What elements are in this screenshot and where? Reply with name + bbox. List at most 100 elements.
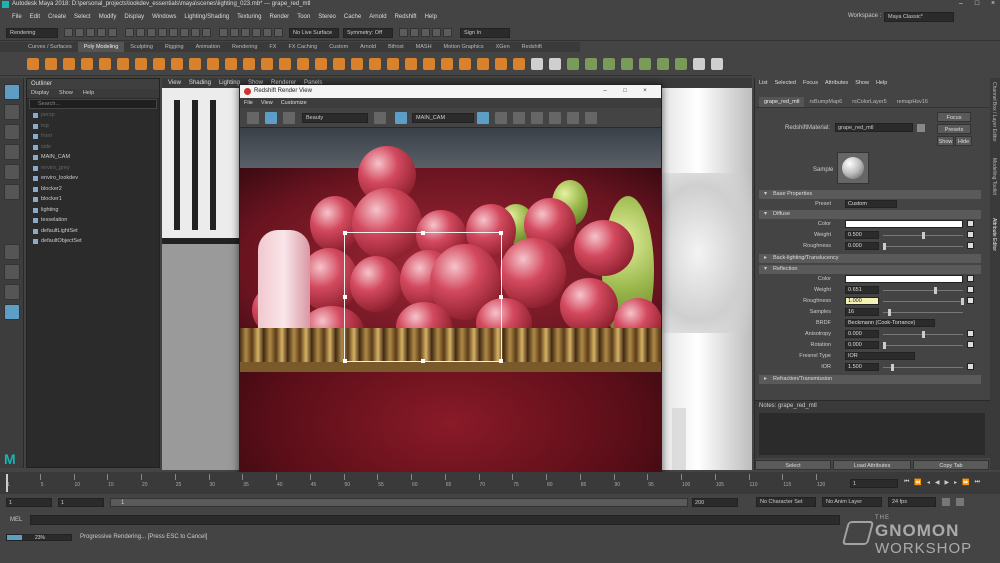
reflection-fresnel-dropdown[interactable]: IOR: [845, 352, 915, 360]
live-surface-field[interactable]: No Live Surface: [289, 27, 339, 38]
camera-lock-icon[interactable]: [395, 111, 407, 124]
attribute-editor-tab[interactable]: Attribute Editor: [991, 218, 997, 251]
menu-redshift[interactable]: Redshift: [395, 14, 417, 20]
menu-select[interactable]: Select: [74, 14, 91, 20]
poly-torus-icon[interactable]: [99, 57, 111, 70]
refresh-render-icon[interactable]: [283, 111, 295, 124]
reflection-weight-knob[interactable]: [933, 287, 937, 294]
reflection-samples-slider[interactable]: [883, 312, 963, 313]
copy-tab-button[interactable]: Copy Tab: [913, 460, 989, 470]
boolean-difference-icon[interactable]: [333, 57, 345, 70]
smooth-icon[interactable]: [297, 57, 309, 70]
quad-draw-icon[interactable]: [531, 57, 543, 70]
close-icon[interactable]: ×: [986, 0, 1000, 10]
shelf-tab-redshift[interactable]: Redshift: [516, 42, 548, 52]
diffuse-color-swatch[interactable]: [845, 220, 963, 228]
load-attributes-button[interactable]: Load Attributes: [833, 460, 911, 470]
reflection-anisotropy-map-icon[interactable]: [967, 330, 974, 337]
region-handle[interactable]: [421, 359, 425, 363]
menu-edit[interactable]: Edit: [30, 14, 40, 20]
reflection-rotation-slider[interactable]: [883, 345, 963, 346]
cut-uv-icon[interactable]: [621, 57, 633, 70]
shelf-tab-mash[interactable]: MASH: [410, 42, 438, 52]
sign-in-dropdown[interactable]: Sign In: [460, 27, 510, 38]
outliner-item[interactable]: MAIN_CAM: [27, 152, 159, 163]
shelf-tab-curves-surfaces[interactable]: Curves / Surfaces: [22, 42, 78, 52]
render-view-menu-file[interactable]: File: [244, 98, 253, 108]
paint-select-icon[interactable]: [4, 124, 20, 140]
region-handle[interactable]: [499, 359, 503, 363]
presets-button[interactable]: Presets: [937, 124, 971, 134]
menu-arnold[interactable]: Arnold: [369, 14, 386, 20]
reflection-ior-knob[interactable]: [890, 364, 894, 371]
menu-toon[interactable]: Toon: [297, 14, 310, 20]
section-base-properties[interactable]: Base Properties: [759, 190, 981, 199]
save-image-icon[interactable]: [247, 111, 259, 124]
separate-icon[interactable]: [279, 57, 291, 70]
insert-edge-loop-icon[interactable]: [495, 57, 507, 70]
menu-help[interactable]: Help: [425, 14, 437, 20]
viewport-menu-shading[interactable]: Shading: [189, 80, 211, 86]
viewport-menu-view[interactable]: View: [168, 80, 181, 86]
append-icon[interactable]: [423, 57, 435, 70]
menu-display[interactable]: Display: [124, 14, 144, 20]
mask-surfaces-icon[interactable]: [180, 28, 189, 37]
extrude-icon[interactable]: [369, 57, 381, 70]
ae-menu-list[interactable]: List: [759, 78, 768, 88]
shelf-tab-animation[interactable]: Animation: [190, 42, 226, 52]
poly-plane-icon[interactable]: [117, 57, 129, 70]
shelf-tab-rendering[interactable]: Rendering: [226, 42, 263, 52]
range-bar[interactable]: 1: [110, 498, 688, 507]
reflection-weight-field[interactable]: 0.651: [845, 286, 879, 294]
reflection-color-swatch[interactable]: [845, 275, 963, 283]
menu-lighting-shading[interactable]: Lighting/Shading: [184, 14, 229, 20]
section-reflection[interactable]: Reflection: [759, 265, 981, 274]
reflection-roughness-field[interactable]: 1.000: [845, 297, 879, 305]
new-scene-icon[interactable]: [64, 28, 73, 37]
freeze-icon[interactable]: [549, 111, 561, 124]
select-tool-icon[interactable]: [4, 84, 20, 100]
diffuse-weight-field[interactable]: 0.500: [845, 231, 879, 239]
sculpt-icon[interactable]: [549, 57, 561, 70]
command-input[interactable]: [30, 515, 840, 525]
sew-uv-icon[interactable]: [639, 57, 651, 70]
menu-cache[interactable]: Cache: [344, 14, 361, 20]
select-component-icon[interactable]: [147, 28, 156, 37]
play-forwards-icon[interactable]: ▶: [945, 479, 950, 486]
symmetry-dropdown[interactable]: Symmetry: Off: [343, 27, 393, 38]
current-frame-field[interactable]: 1: [850, 479, 898, 488]
shelf-tab-bifrost[interactable]: Bifrost: [382, 42, 410, 52]
diffuse-weight-map-icon[interactable]: [967, 231, 974, 238]
region-handle[interactable]: [343, 295, 347, 299]
ae-tab-rscolorlayer5[interactable]: rsColorLayer5: [847, 97, 892, 107]
diffuse-roughness-field[interactable]: 0.000: [845, 242, 879, 250]
render-view-menu-view[interactable]: View: [261, 98, 273, 108]
outliner-item[interactable]: persp: [27, 110, 159, 121]
outliner-menu-help[interactable]: Help: [83, 89, 94, 98]
open-scene-icon[interactable]: [75, 28, 84, 37]
reflection-roughness-slider[interactable]: [883, 301, 963, 302]
target-weld-icon[interactable]: [477, 57, 489, 70]
render-view-minimize-icon[interactable]: –: [598, 85, 612, 98]
reflection-weight-map-icon[interactable]: [967, 286, 974, 293]
video-camera-icon[interactable]: [495, 111, 507, 124]
ae-tab-rsbumpmap6[interactable]: rsBumpMap6: [804, 97, 847, 107]
snap-plane-icon[interactable]: [252, 28, 261, 37]
snap-grid-icon[interactable]: [219, 28, 228, 37]
render-view-close-icon[interactable]: ×: [638, 85, 652, 98]
diffuse-roughness-knob[interactable]: [883, 243, 886, 250]
hypershade-icon[interactable]: [432, 28, 441, 37]
ae-menu-attributes[interactable]: Attributes: [825, 78, 848, 88]
region-handle[interactable]: [421, 231, 425, 235]
outliner-item[interactable]: top: [27, 121, 159, 132]
save-scene-icon[interactable]: [86, 28, 95, 37]
go-to-start-icon[interactable]: ⏮: [904, 479, 909, 486]
camera-select-icon[interactable]: [477, 111, 489, 124]
mask-deform-icon[interactable]: [191, 28, 200, 37]
focus-button[interactable]: Focus: [937, 112, 971, 122]
layout-uv-icon[interactable]: [675, 57, 687, 70]
ae-menu-help[interactable]: Help: [876, 78, 887, 88]
text-icon[interactable]: [225, 57, 237, 70]
mask-joints-icon[interactable]: [202, 28, 211, 37]
combine-icon[interactable]: [261, 57, 273, 70]
